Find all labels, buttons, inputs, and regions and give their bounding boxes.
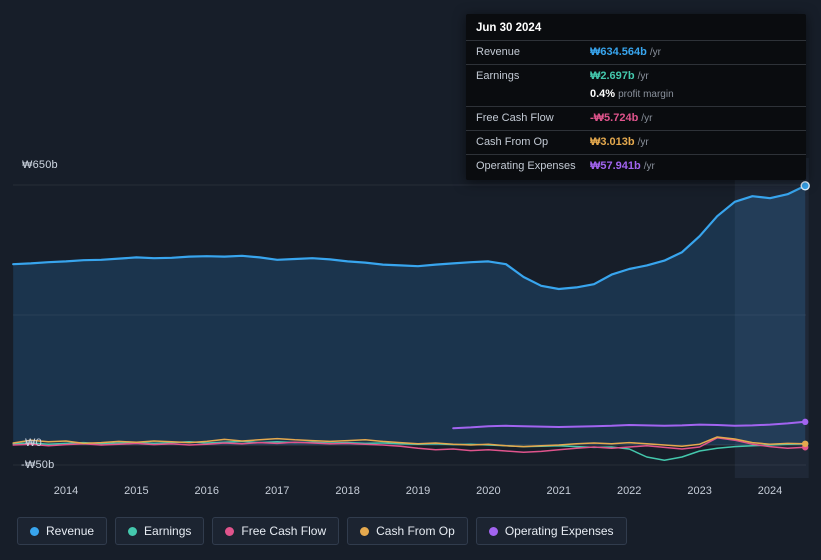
y-axis-label-zero: ₩0	[25, 437, 42, 449]
earnings-legend-dot-icon	[128, 526, 138, 536]
recent-period-highlight	[734, 158, 809, 478]
earnings-per-year: /yr	[637, 71, 649, 82]
cash_from_op-end-dot	[802, 440, 809, 447]
tooltip-fcf-label: Free Cash Flow	[476, 112, 554, 124]
free_cash_flow-legend-dot-icon	[225, 526, 235, 536]
x-tick-2023: 2023	[687, 485, 712, 497]
opex-value: ₩57.941b	[590, 160, 641, 172]
x-tick-2017: 2017	[264, 485, 290, 497]
tooltip-row-earnings: Earnings ₩2.697b/yr 0.4% profit margin	[466, 64, 806, 106]
profit-margin-line: 0.4% profit margin	[590, 87, 796, 102]
legend-item-revenue[interactable]: Revenue	[17, 517, 108, 545]
tooltip-earnings-label: Earnings	[476, 70, 520, 82]
tooltip-row-cash-from-op: Cash From Op ₩3.013b/yr	[466, 130, 806, 154]
x-tick-2020: 2020	[476, 485, 501, 497]
tooltip-cashop-value: ₩3.013b/yr	[590, 135, 796, 150]
tooltip-earnings-value: ₩2.697b/yr 0.4% profit margin	[590, 69, 796, 102]
cash_from_op-legend-dot-icon	[360, 526, 370, 536]
operating_expenses-legend-dot-icon	[488, 526, 498, 536]
legend-item-free_cash_flow[interactable]: Free Cash Flow	[212, 517, 340, 545]
tooltip-row-revenue: Revenue ₩634.564b/yr	[466, 40, 806, 64]
revenue-value: ₩634.564b	[590, 46, 647, 58]
revenue-legend-dot-icon	[30, 526, 39, 536]
revenue-area-fill	[13, 185, 806, 446]
x-tick-2019: 2019	[405, 485, 431, 497]
profit-margin-label: profit margin	[618, 89, 674, 100]
legend-label: Operating Expenses	[504, 524, 614, 538]
earnings-value: ₩2.697b	[590, 70, 635, 82]
chart-legend: Revenue Earnings Free Cash Flow Cash From O…	[17, 517, 627, 545]
tooltip-revenue-value: ₩634.564b/yr	[590, 45, 796, 60]
fcf-per-year: /yr	[641, 113, 653, 124]
financial-history-panel: ₩650b ₩0 -₩50b 2014 2015 2016 2017 2018 2019 2…	[0, 0, 821, 560]
opex-per-year: /yr	[643, 161, 655, 172]
x-tick-2018: 2018	[335, 485, 360, 497]
fcf-value: -₩5.724b	[590, 112, 639, 124]
y-axis-label-650b: ₩650b	[22, 159, 58, 171]
data-point-tooltip: Jun 30 2024 Revenue ₩634.564b/yr Earning…	[466, 14, 806, 180]
tooltip-revenue-label: Revenue	[476, 46, 521, 58]
legend-item-operating_expenses[interactable]: Operating Expenses	[475, 517, 627, 545]
x-axis: 2014 2015 2016 2017 2018 2019 2020 2021 2022 2023…	[0, 485, 821, 499]
tooltip-date: Jun 30 2024	[476, 22, 542, 34]
operating_expenses-end-dot	[802, 418, 809, 426]
x-tick-2024: 2024	[757, 485, 783, 497]
legend-item-earnings[interactable]: Earnings	[115, 517, 205, 545]
y-axis-label-neg50b: -₩50b	[21, 459, 55, 471]
legend-label: Free Cash Flow	[241, 524, 327, 538]
cashop-value: ₩3.013b	[590, 136, 635, 148]
legend-label: Earnings	[144, 524, 192, 538]
legend-label: Cash From Op	[376, 524, 455, 538]
profit-margin-value: 0.4%	[590, 88, 616, 100]
tooltip-opex-label: Operating Expenses	[476, 160, 576, 172]
x-tick-2014: 2014	[53, 485, 79, 497]
x-tick-2022: 2022	[616, 485, 642, 497]
tooltip-row-free-cash-flow: Free Cash Flow -₩5.724b/yr	[466, 106, 806, 130]
tooltip-cashop-label: Cash From Op	[476, 136, 549, 148]
tooltip-row-operating-expenses: Operating Expenses ₩57.941b/yr	[466, 154, 806, 178]
x-tick-2021: 2021	[546, 485, 572, 497]
tooltip-opex-value: ₩57.941b/yr	[590, 159, 796, 174]
cashop-per-year: /yr	[637, 137, 649, 148]
legend-label: Revenue	[46, 524, 95, 538]
revenue-per-year: /yr	[649, 47, 661, 58]
revenue-end-dot	[800, 181, 810, 191]
x-tick-2015: 2015	[124, 485, 149, 497]
x-tick-2016: 2016	[194, 485, 220, 497]
legend-item-cash_from_op[interactable]: Cash From Op	[347, 517, 468, 545]
tooltip-fcf-value: -₩5.724b/yr	[590, 111, 796, 126]
